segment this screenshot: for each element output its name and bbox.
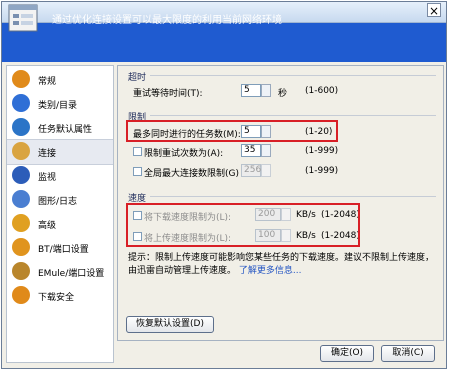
retry-wait-label: 重试等待时间(T): bbox=[133, 89, 203, 99]
cancel-button[interactable]: 取消(C) bbox=[381, 345, 435, 362]
close-button[interactable]: × bbox=[427, 3, 441, 18]
retry-wait-range: (1-600) bbox=[305, 86, 339, 96]
restore-defaults-button[interactable]: 恢复默认设置(D) bbox=[126, 316, 214, 333]
shield-icon bbox=[12, 286, 30, 304]
sidebar-item-label: 类别/目录 bbox=[38, 101, 78, 111]
sidebar-item-connection[interactable]: 连接 bbox=[7, 139, 113, 165]
sidebar-item-general[interactable]: 常规 bbox=[7, 68, 113, 92]
header-banner bbox=[2, 23, 446, 62]
sidebar-item-category[interactable]: 类别/目录 bbox=[7, 92, 113, 116]
connection-icon bbox=[12, 142, 30, 160]
learn-more-link[interactable]: 了解更多信息... bbox=[239, 266, 302, 276]
settings-panel-icon bbox=[7, 2, 41, 36]
sidebar-item-monitor[interactable]: 监视 bbox=[7, 164, 113, 188]
retry-wait-input[interactable]: 5 bbox=[241, 84, 261, 97]
bt-icon bbox=[12, 238, 30, 256]
sidebar-item-advanced[interactable]: 高级 bbox=[7, 212, 113, 236]
section-divider bbox=[150, 196, 436, 197]
sidebar-item-label: EMule/端口设置 bbox=[38, 269, 105, 279]
global-conn-label: 全局最大连接数限制(G) bbox=[144, 169, 239, 179]
emule-icon bbox=[12, 262, 30, 280]
properties-icon bbox=[12, 118, 30, 136]
global-conn-spinner[interactable] bbox=[261, 164, 271, 177]
advanced-icon bbox=[12, 214, 30, 232]
sidebar-item-label: 监视 bbox=[38, 173, 57, 183]
sidebar-item-label: 下载安全 bbox=[38, 293, 75, 303]
sidebar-item-label: 连接 bbox=[38, 149, 57, 159]
sidebar-item-graph-log[interactable]: 图形/日志 bbox=[7, 188, 113, 212]
global-conn-input[interactable]: 256 bbox=[241, 164, 261, 177]
sidebar-item-download-security[interactable]: 下载安全 bbox=[7, 284, 113, 308]
sidebar-item-task-defaults[interactable]: 任务默认属性 bbox=[7, 116, 113, 140]
highlight-box-max-tasks bbox=[126, 120, 338, 142]
section-divider bbox=[150, 115, 436, 116]
sidebar-item-bt-port[interactable]: BT/端口设置 bbox=[7, 236, 113, 260]
retry-wait-unit: 秒 bbox=[278, 89, 288, 99]
retry-limit-label: 限制重试次数为(A): bbox=[144, 149, 224, 159]
sidebar-item-label: 图形/日志 bbox=[38, 197, 78, 207]
sidebar-item-emule-port[interactable]: EMule/端口设置 bbox=[7, 260, 113, 284]
banner-text: 通过优化连接设置可以最大限度的利用当前网络环境 bbox=[52, 15, 282, 26]
folder-icon bbox=[12, 94, 30, 112]
global-conn-range: (1-999) bbox=[305, 166, 339, 176]
general-icon bbox=[12, 70, 30, 88]
sidebar-item-label: BT/端口设置 bbox=[38, 245, 89, 255]
ok-button[interactable]: 确定(O) bbox=[320, 345, 374, 362]
global-conn-checkbox[interactable] bbox=[133, 167, 142, 176]
sidebar-item-label: 高级 bbox=[38, 221, 57, 231]
retry-wait-spinner[interactable] bbox=[261, 84, 271, 97]
sidebar: 常规 类别/目录 任务默认属性 连接 监视 图形/日志 高级 BT/端口设置 E… bbox=[6, 65, 114, 363]
highlight-box-speed bbox=[126, 203, 360, 247]
retry-limit-input[interactable]: 35 bbox=[241, 144, 261, 157]
section-timeout: 超时 bbox=[128, 73, 147, 83]
sidebar-item-label: 常规 bbox=[38, 77, 57, 87]
chart-icon bbox=[12, 190, 30, 208]
section-divider bbox=[150, 75, 436, 76]
retry-limit-spinner[interactable] bbox=[261, 144, 271, 157]
retry-limit-checkbox[interactable] bbox=[133, 147, 142, 156]
monitor-icon bbox=[12, 166, 30, 184]
speed-hint: 提示：限制上传速度可能影响您某些任务的下载速度。建议不限制上传速度，由迅雷自动管… bbox=[128, 252, 436, 278]
retry-limit-range: (1-999) bbox=[305, 146, 339, 156]
sidebar-item-label: 任务默认属性 bbox=[38, 125, 93, 135]
